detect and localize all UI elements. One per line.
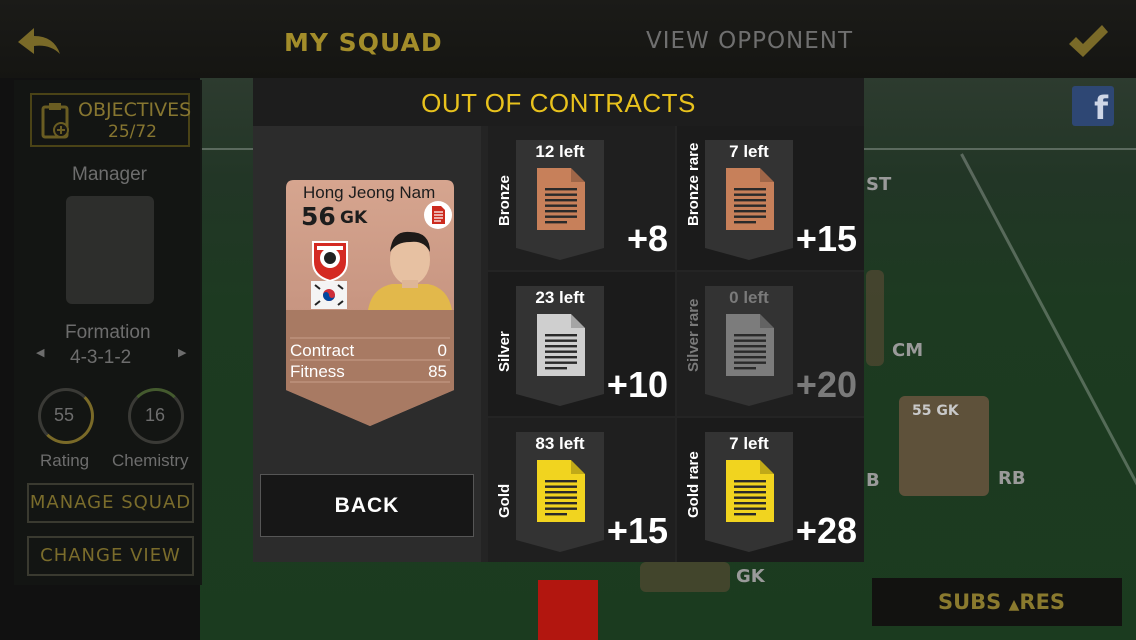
player-rating: 56	[301, 202, 336, 231]
contract-bonus-value: +8	[626, 218, 668, 259]
contract-type-label: Gold	[496, 483, 513, 518]
chemistry-value: 16	[145, 405, 166, 425]
pitch-card-rating: 55 GK	[912, 403, 959, 419]
contract-type-label: Gold rare	[685, 451, 702, 518]
contract-type-label: Bronze	[496, 175, 513, 226]
pitch-position-label: B	[866, 470, 880, 491]
contract-type-label: Silver	[496, 331, 513, 372]
objectives-label: OBJECTIVES	[78, 99, 192, 121]
manager-label: Manager	[72, 164, 147, 185]
confirm-check-icon[interactable]	[1066, 22, 1110, 62]
back-button[interactable]: BACK	[260, 474, 474, 537]
triangle-up-icon: ▲	[1008, 597, 1020, 613]
fitness-value: 85	[428, 362, 447, 381]
formation-value: 4-3-1-2	[70, 347, 132, 368]
manager-card[interactable]	[66, 196, 154, 304]
rating-value: 55	[54, 405, 75, 425]
contract-bonus-value: +15	[606, 510, 668, 551]
player-position: GK	[340, 208, 368, 228]
tab-my-squad[interactable]: MY SQUAD	[284, 28, 443, 57]
contracts-left-count: 12 left	[535, 142, 585, 161]
red-marker	[538, 580, 598, 640]
contract-bonus-value: +15	[795, 218, 857, 259]
contract-type-label: Silver rare	[685, 298, 702, 372]
formation-label: Formation	[65, 322, 151, 343]
contract-bonus-value: +10	[606, 364, 668, 405]
pitch-position-label: ST	[866, 174, 892, 195]
change-view-button[interactable]: CHANGE VIEW	[27, 536, 194, 576]
korea-flag-icon	[311, 281, 347, 309]
contract-type-label: Bronze rare	[685, 142, 702, 226]
contract-bonus-value: +28	[795, 510, 857, 551]
subs-res-label[interactable]: SUBS ▲RES	[938, 590, 1065, 614]
pitch-position-label: RB	[998, 468, 1026, 489]
dialog-header: OUT OF CONTRACTS	[253, 78, 864, 126]
contract-value: 0	[437, 341, 447, 360]
contracts-left-count: 7 left	[729, 434, 769, 453]
contracts-left-count: 7 left	[729, 142, 769, 161]
formation-next-icon[interactable]: ▶	[178, 346, 186, 359]
club-crest-icon	[312, 241, 348, 282]
player-name: Hong Jeong Nam	[303, 183, 436, 202]
contracts-left-count: 83 left	[535, 434, 585, 453]
pitch-player-card[interactable]	[640, 562, 730, 592]
facebook-icon[interactable]: f	[1072, 86, 1114, 127]
tab-view-opponent[interactable]: VIEW OPPONENT	[646, 28, 853, 54]
formation-prev-icon[interactable]: ◀	[36, 346, 44, 359]
contract-bonus-value: +20	[795, 364, 857, 405]
player-photo	[368, 231, 452, 310]
res-label: RES	[1019, 590, 1066, 614]
objectives-clipboard-icon	[41, 103, 69, 139]
pitch-position-label: GK	[736, 566, 765, 587]
rating-label: Rating	[40, 451, 90, 470]
top-bar: MY SQUAD VIEW OPPONENT	[0, 0, 1136, 78]
chemistry-label: Chemistry	[112, 451, 189, 470]
dialog-title: OUT OF CONTRACTS	[421, 88, 696, 118]
fitness-label: Fitness	[290, 362, 345, 381]
contracts-left-count: 23 left	[535, 288, 585, 307]
objectives-count: 25/72	[108, 122, 157, 142]
subs-label: SUBS	[938, 590, 1002, 614]
contracts-left-count: 0 left	[729, 288, 769, 307]
pitch-player-card[interactable]	[866, 270, 884, 366]
manage-squad-button[interactable]: MANAGE SQUAD	[27, 483, 194, 523]
pitch-position-label: CM	[892, 340, 924, 361]
back-arrow-icon[interactable]	[14, 22, 64, 62]
contract-label: Contract	[290, 341, 355, 360]
